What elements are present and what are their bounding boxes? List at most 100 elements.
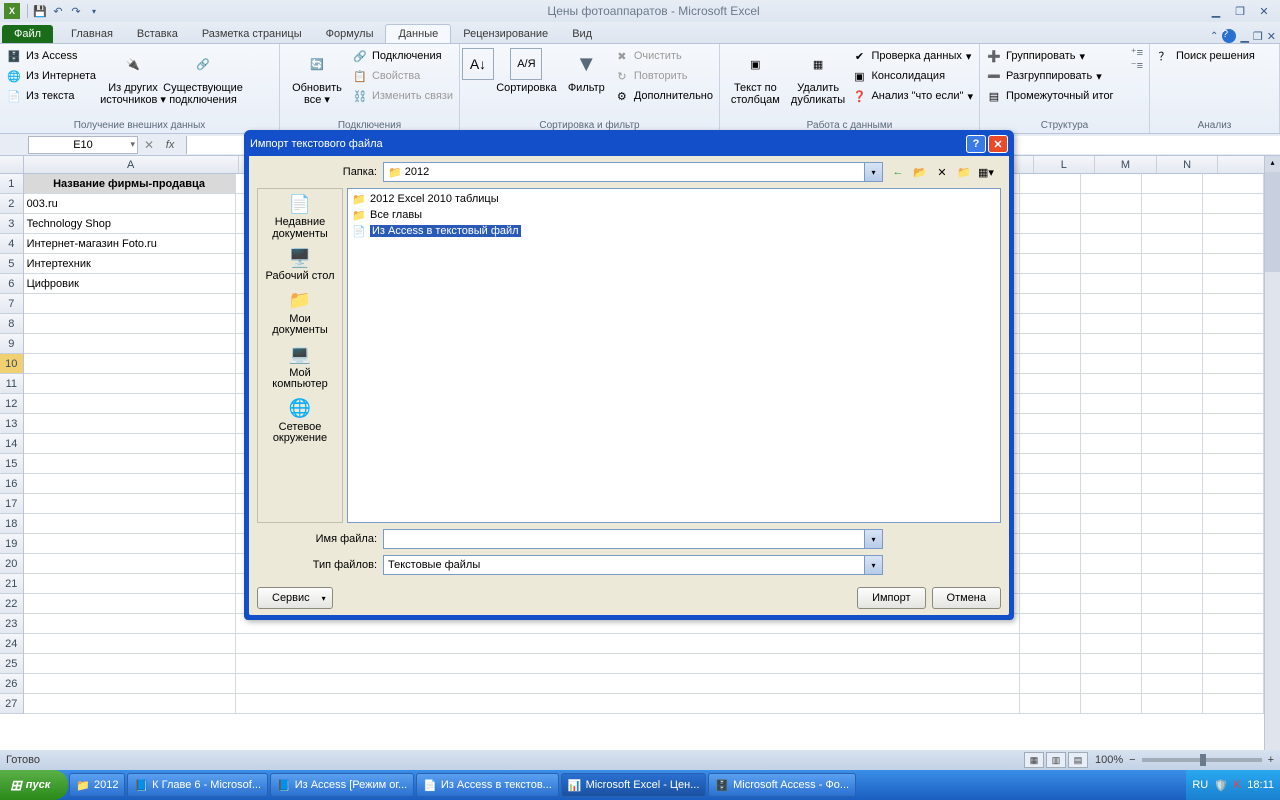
existing-conn-button[interactable]: 🔗Существующие подключения bbox=[170, 46, 236, 106]
taskbar-button[interactable]: 🗄️Microsoft Access - Фо... bbox=[708, 773, 856, 797]
filename-input[interactable]: ▾ bbox=[383, 529, 883, 549]
tray-av-icon[interactable]: K bbox=[1234, 779, 1241, 791]
cancel-formula-icon[interactable]: ✕ bbox=[144, 138, 154, 152]
fx-icon[interactable]: fx bbox=[160, 139, 180, 151]
app-icon: 📘 bbox=[134, 779, 148, 792]
up-icon[interactable]: 📂 bbox=[911, 163, 929, 181]
sort-button[interactable]: A/ЯСортировка bbox=[494, 46, 559, 94]
ribbon-min-icon[interactable]: ⌃ bbox=[1210, 31, 1218, 42]
new-folder-icon[interactable]: 📁 bbox=[955, 163, 973, 181]
folder-combo[interactable]: 📁 2012▾ bbox=[383, 162, 883, 182]
doc-min-icon[interactable]: ▁ bbox=[1240, 30, 1248, 43]
col-A[interactable]: A bbox=[24, 156, 239, 173]
solver-button[interactable]: ？Поиск решения bbox=[1156, 46, 1255, 66]
dialog-help-icon[interactable]: ? bbox=[966, 135, 986, 153]
redo-icon[interactable]: ↷ bbox=[69, 4, 83, 18]
tab-data[interactable]: Данные bbox=[385, 24, 451, 43]
ungroup-button[interactable]: ➖Разгруппировать ▾ bbox=[986, 66, 1114, 86]
places-item[interactable]: 🌐Сетевое окружение bbox=[258, 394, 342, 448]
advanced-icon: ⚙ bbox=[614, 88, 630, 104]
advanced-filter-button[interactable]: ⚙Дополнительно bbox=[614, 86, 713, 106]
group-button[interactable]: ➕Группировать ▾ bbox=[986, 46, 1114, 66]
taskbar-button[interactable]: 📁2012 bbox=[69, 773, 125, 797]
consolidate-icon: ▣ bbox=[851, 68, 867, 84]
vertical-scrollbar[interactable]: ▴ bbox=[1264, 156, 1280, 760]
row-24[interactable]: 24 bbox=[0, 634, 1264, 654]
places-item[interactable]: 💻Мой компьютер bbox=[258, 340, 342, 394]
subtotal-button[interactable]: ▤Промежуточный итог bbox=[986, 86, 1114, 106]
filetype-combo[interactable]: Текстовые файлы▾ bbox=[383, 555, 883, 575]
whatif-button[interactable]: ❓Анализ "что если" ▾ bbox=[851, 86, 973, 106]
qat-more-icon[interactable]: ▾ bbox=[87, 4, 101, 18]
refresh-all-button[interactable]: 🔄Обновить все ▾ bbox=[286, 46, 348, 106]
views-icon[interactable]: ▦▾ bbox=[977, 163, 995, 181]
sort-asc-button[interactable]: A↓ bbox=[466, 46, 490, 80]
row-27[interactable]: 27 bbox=[0, 694, 1264, 714]
tab-formulas[interactable]: Формулы bbox=[314, 25, 386, 43]
places-item[interactable]: 📁Мои документы bbox=[258, 286, 342, 340]
tab-file[interactable]: Файл bbox=[2, 25, 53, 43]
folder-icon: 📁 bbox=[388, 166, 402, 179]
tray-clock[interactable]: 18:11 bbox=[1247, 779, 1274, 791]
taskbar-button[interactable]: 📊Microsoft Excel - Цен... bbox=[561, 773, 707, 797]
tab-insert[interactable]: Вставка bbox=[125, 25, 190, 43]
file-item[interactable]: 📄Из Access в текстовый файл bbox=[350, 223, 998, 239]
restore-icon[interactable]: ❐ bbox=[1229, 3, 1251, 19]
zoom-in-icon[interactable]: + bbox=[1268, 754, 1274, 766]
doc-restore-icon[interactable]: ❐ bbox=[1253, 30, 1263, 43]
tab-review[interactable]: Рецензирование bbox=[451, 25, 560, 43]
taskbar-button[interactable]: 📄Из Access в текстов... bbox=[416, 773, 559, 797]
from-other-button[interactable]: 🔌Из других источников ▾ bbox=[100, 46, 166, 106]
col-N[interactable]: N bbox=[1157, 156, 1219, 173]
remove-duplicates-button[interactable]: ▦Удалить дубликаты bbox=[789, 46, 848, 106]
folder-item[interactable]: 📁Все главы bbox=[350, 207, 998, 223]
filter-button[interactable]: ▼Фильтр bbox=[563, 46, 610, 94]
refresh-icon: 🔄 bbox=[301, 48, 333, 80]
connections-button[interactable]: 🔗Подключения bbox=[352, 46, 453, 66]
page-break-view-icon[interactable]: ▤ bbox=[1068, 752, 1088, 768]
row-25[interactable]: 25 bbox=[0, 654, 1264, 674]
expand-icon[interactable]: ⁺≡ bbox=[1131, 46, 1143, 59]
tray-lang[interactable]: RU bbox=[1192, 779, 1208, 791]
service-button[interactable]: Сервис bbox=[257, 587, 333, 609]
zoom-slider[interactable] bbox=[1142, 758, 1262, 762]
close-icon[interactable]: ✕ bbox=[1253, 3, 1275, 19]
text-to-columns-button[interactable]: ▣Текст по столбцам bbox=[726, 46, 785, 106]
back-icon[interactable]: ← bbox=[889, 163, 907, 181]
from-web-button[interactable]: 🌐Из Интернета bbox=[6, 66, 96, 86]
from-access-button[interactable]: 🗄️Из Access bbox=[6, 46, 96, 66]
row-26[interactable]: 26 bbox=[0, 674, 1264, 694]
normal-view-icon[interactable]: ▦ bbox=[1024, 752, 1044, 768]
collapse-icon[interactable]: ⁻≡ bbox=[1131, 59, 1143, 72]
tab-view[interactable]: Вид bbox=[560, 25, 604, 43]
minimize-icon[interactable]: ▁ bbox=[1205, 3, 1227, 19]
taskbar-button[interactable]: 📘Из Access [Режим ог... bbox=[270, 773, 414, 797]
data-validation-button[interactable]: ✔Проверка данных ▾ bbox=[851, 46, 973, 66]
tray-shield-icon[interactable]: 🛡️ bbox=[1214, 779, 1228, 792]
page-layout-view-icon[interactable]: ▥ bbox=[1046, 752, 1066, 768]
file-list[interactable]: 📁2012 Excel 2010 таблицы📁Все главы📄Из Ac… bbox=[347, 188, 1001, 523]
places-item[interactable]: 🖥️Рабочий стол bbox=[258, 243, 342, 286]
col-L[interactable]: L bbox=[1034, 156, 1096, 173]
dialog-close-icon[interactable]: ✕ bbox=[988, 135, 1008, 153]
from-text-button[interactable]: 📄Из текста bbox=[6, 86, 96, 106]
name-box[interactable]: E10▾ bbox=[28, 136, 138, 154]
cancel-button[interactable]: Отмена bbox=[932, 587, 1001, 609]
start-button[interactable]: ⊞пуск bbox=[0, 770, 68, 800]
col-M[interactable]: M bbox=[1095, 156, 1157, 173]
select-all-button[interactable] bbox=[0, 156, 24, 173]
doc-close-icon[interactable]: ✕ bbox=[1267, 30, 1276, 43]
import-button[interactable]: Импорт bbox=[857, 587, 925, 609]
consolidate-button[interactable]: ▣Консолидация bbox=[851, 66, 973, 86]
delete-icon[interactable]: ✕ bbox=[933, 163, 951, 181]
zoom-label[interactable]: 100% bbox=[1095, 754, 1123, 766]
taskbar-button[interactable]: 📘К Главе 6 - Microsof... bbox=[127, 773, 268, 797]
folder-item[interactable]: 📁2012 Excel 2010 таблицы bbox=[350, 191, 998, 207]
tab-layout[interactable]: Разметка страницы bbox=[190, 25, 314, 43]
save-icon[interactable]: 💾 bbox=[33, 4, 47, 18]
help-icon[interactable]: ? bbox=[1222, 29, 1236, 43]
tab-home[interactable]: Главная bbox=[59, 25, 125, 43]
undo-icon[interactable]: ↶ bbox=[51, 4, 65, 18]
places-item[interactable]: 📄Недавние документы bbox=[258, 189, 342, 243]
zoom-out-icon[interactable]: − bbox=[1129, 754, 1135, 766]
